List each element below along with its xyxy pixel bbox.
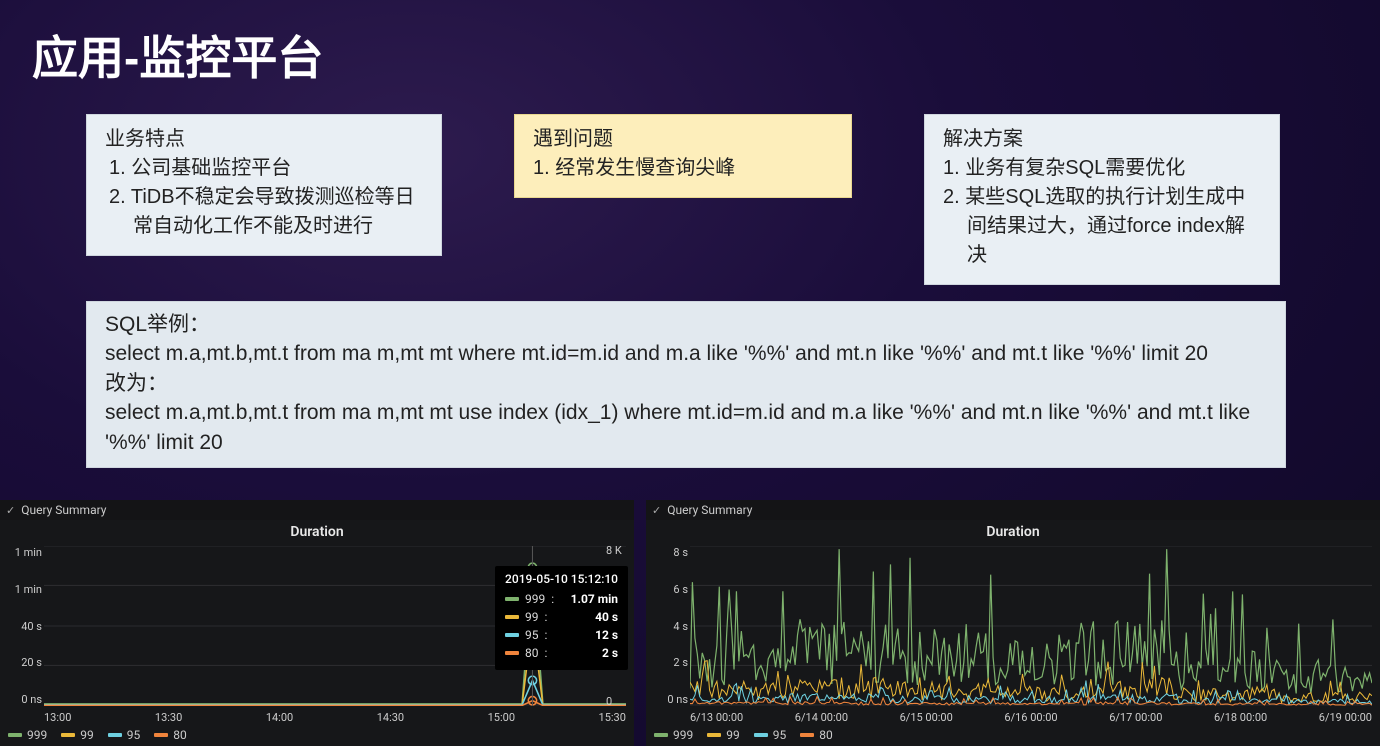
ytick: 40 s [4, 620, 42, 633]
features-item-2: TiDB不稳定会导致拨测巡检等日常自动化工作不能及时进行 [109, 183, 425, 241]
sql-after: select m.a,mt.b,mt.t from ma m,mt mt use… [105, 398, 1269, 457]
sql-label-changed: 改为： [105, 369, 1269, 398]
swatch-99 [505, 615, 519, 619]
legend-label: 999 [673, 728, 693, 742]
problem-item-1: 经常发生慢查询尖峰 [533, 154, 835, 183]
swatch-999 [505, 597, 519, 601]
swatch-icon [61, 733, 75, 737]
xtick: 15:30 [599, 711, 626, 724]
xtick: 15:00 [488, 711, 515, 724]
tooltip-series: 99 [525, 608, 539, 626]
solution-item-2: 某些SQL选取的执行计划生成中间结果过大，通过force index解决 [943, 183, 1263, 270]
box-solution: 解决方案 业务有复杂SQL需要优化 某些SQL选取的执行计划生成中间结果过大，通… [924, 114, 1280, 285]
chart-legend-left[interactable]: 999 99 95 80 [8, 728, 187, 742]
legend-label: 80 [819, 728, 833, 742]
panel-header-right[interactable]: ✓ Query Summary [646, 500, 1380, 520]
xtick: 6/17 00:00 [1109, 711, 1162, 724]
swatch-icon [108, 733, 122, 737]
ytick: 0 ns [4, 693, 42, 706]
legend-item-999[interactable]: 999 [8, 728, 47, 742]
ytick: 0 ns [650, 693, 688, 706]
panel-section-label: Query Summary [21, 503, 106, 517]
ytick: 6 s [650, 583, 688, 596]
charts-row: ✓ Query Summary Duration 1 min 1 min 40 … [0, 500, 1380, 746]
y-axis-right: 8 s 6 s 4 s 2 s 0 ns [650, 546, 688, 706]
box-features-heading: 业务特点 [105, 125, 425, 154]
box-problem-heading: 遇到问题 [533, 125, 835, 154]
legend-item-95[interactable]: 95 [754, 728, 787, 742]
legend-item-99[interactable]: 99 [707, 728, 740, 742]
x-axis-right: 6/13 00:00 6/14 00:00 6/15 00:00 6/16 00… [690, 711, 1372, 724]
chevron-down-icon: ✓ [652, 504, 661, 517]
legend-label: 99 [80, 728, 94, 742]
chart-tooltip: 2019-05-10 15:12:10 999:1.07 min 99:40 s… [495, 566, 628, 670]
box-problem: 遇到问题 经常发生慢查询尖峰 [514, 114, 852, 198]
tooltip-series: 95 [525, 626, 539, 644]
legend-label: 99 [726, 728, 740, 742]
box-features: 业务特点 公司基础监控平台 TiDB不稳定会导致拨测巡检等日常自动化工作不能及时… [86, 114, 442, 256]
panel-header-left[interactable]: ✓ Query Summary [0, 500, 634, 520]
swatch-icon [154, 733, 168, 737]
xtick: 6/15 00:00 [900, 711, 953, 724]
tooltip-value: 1.07 min [571, 590, 618, 608]
ytick: 1 min [4, 546, 42, 559]
chart-panel-after[interactable]: ✓ Query Summary Duration 8 s 6 s 4 s 2 s… [646, 500, 1380, 746]
tooltip-value: 12 s [595, 626, 618, 644]
legend-item-80[interactable]: 80 [154, 728, 187, 742]
solution-item-1: 业务有复杂SQL需要优化 [943, 154, 1263, 183]
xtick: 6/14 00:00 [795, 711, 848, 724]
legend-item-80[interactable]: 80 [800, 728, 833, 742]
ytick: 2 s [650, 656, 688, 669]
tooltip-value: 40 s [595, 608, 618, 626]
xtick: 6/19 00:00 [1319, 711, 1372, 724]
xtick: 6/13 00:00 [690, 711, 743, 724]
panel-title-right: Duration [646, 524, 1380, 540]
xtick: 6/16 00:00 [1004, 711, 1057, 724]
panel-section-label: Query Summary [667, 503, 752, 517]
tooltip-value: 2 s [602, 644, 618, 662]
ytick: 8 K [606, 544, 622, 557]
legend-label: 95 [773, 728, 787, 742]
swatch-95 [505, 633, 519, 637]
legend-label: 80 [173, 728, 187, 742]
legend-label: 95 [127, 728, 141, 742]
ytick: 0 [606, 695, 612, 708]
swatch-icon [654, 733, 668, 737]
ytick: 1 min [4, 583, 42, 596]
ytick: 8 s [650, 546, 688, 559]
tooltip-timestamp: 2019-05-10 15:12:10 [505, 572, 618, 586]
features-item-1: 公司基础监控平台 [109, 154, 425, 183]
legend-item-99[interactable]: 99 [61, 728, 94, 742]
y-axis-left: 1 min 1 min 40 s 20 s 0 ns [4, 546, 42, 706]
legend-item-999[interactable]: 999 [654, 728, 693, 742]
sql-before: select m.a,mt.b,mt.t from ma m,mt mt whe… [105, 339, 1269, 368]
tooltip-series: 999 [525, 590, 545, 608]
box-solution-heading: 解决方案 [943, 125, 1263, 154]
chart-legend-right[interactable]: 999 99 95 80 [654, 728, 833, 742]
xtick: 13:30 [155, 711, 182, 724]
legend-label: 999 [27, 728, 47, 742]
slide-title: 应用-监控平台 [0, 0, 1380, 88]
sql-label-example: SQL举例： [105, 310, 1269, 339]
xtick: 14:00 [266, 711, 293, 724]
info-boxes-row: 业务特点 公司基础监控平台 TiDB不稳定会导致拨测巡检等日常自动化工作不能及时… [86, 114, 1380, 285]
swatch-icon [754, 733, 768, 737]
xtick: 14:30 [377, 711, 404, 724]
swatch-icon [8, 733, 22, 737]
swatch-80 [505, 651, 519, 655]
chart-canvas-right[interactable] [690, 546, 1372, 706]
x-axis-left: 13:00 13:30 14:00 14:30 15:00 15:30 [44, 711, 626, 724]
swatch-icon [800, 733, 814, 737]
legend-item-95[interactable]: 95 [108, 728, 141, 742]
ytick: 20 s [4, 656, 42, 669]
tooltip-series: 80 [525, 644, 539, 662]
ytick: 4 s [650, 620, 688, 633]
xtick: 6/18 00:00 [1214, 711, 1267, 724]
panel-title-left: Duration [0, 524, 634, 540]
xtick: 13:00 [44, 711, 71, 724]
sql-example-box: SQL举例： select m.a,mt.b,mt.t from ma m,mt… [86, 301, 1286, 468]
chart-panel-before[interactable]: ✓ Query Summary Duration 1 min 1 min 40 … [0, 500, 634, 746]
chevron-down-icon: ✓ [6, 504, 15, 517]
swatch-icon [707, 733, 721, 737]
